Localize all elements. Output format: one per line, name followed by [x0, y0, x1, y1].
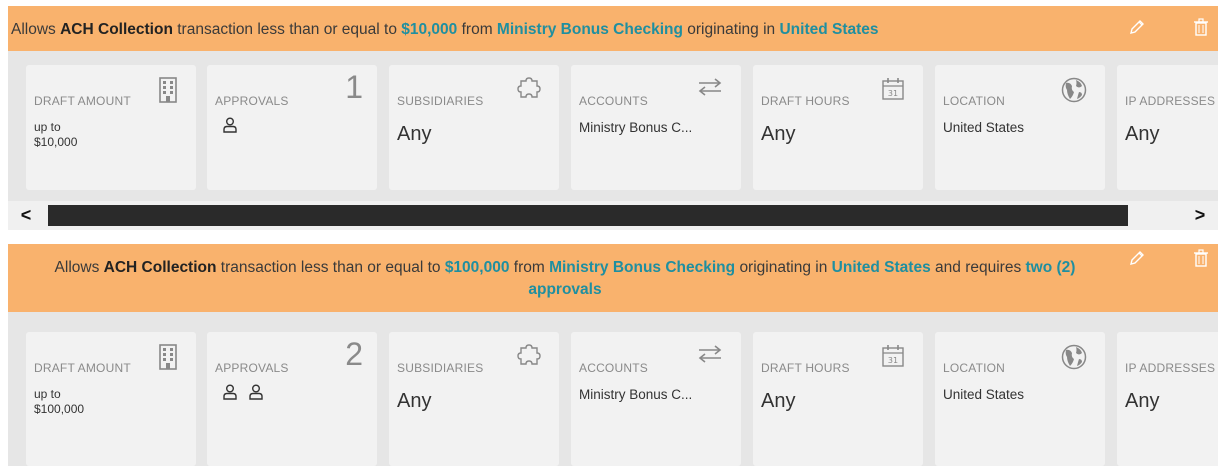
swap-arrows-icon	[698, 345, 722, 363]
card-title: DRAFT HOURS	[761, 94, 850, 108]
user-icon	[223, 384, 237, 400]
rule-header: Allows ACH Collection transaction less t…	[8, 244, 1218, 312]
calendar-icon: 31	[882, 78, 904, 100]
globe-icon	[1061, 77, 1087, 103]
text-allows: Allows	[54, 259, 100, 276]
card-title: IP ADDRESSES	[1125, 94, 1216, 108]
accounts-value: Ministry Bonus C...	[579, 120, 693, 135]
scroll-right-button[interactable]: >	[1182, 205, 1218, 226]
card-draft-hours[interactable]: DRAFT HOURS 31 Any	[753, 65, 923, 190]
card-title: LOCATION	[943, 94, 1006, 108]
card-accounts[interactable]: ACCOUNTS Ministry Bonus C...	[571, 332, 741, 466]
card-draft-amount[interactable]: DRAFT AMOUNT up to $10,000	[26, 65, 196, 190]
card-location[interactable]: LOCATION United States	[935, 332, 1105, 466]
transaction-type: ACH Collection	[103, 259, 217, 276]
approvals-count: 2	[345, 336, 363, 372]
approval-rule-1: Allows ACH Collection transaction less t…	[8, 6, 1218, 230]
draft-amount-prefix: up to	[34, 387, 61, 401]
location-name: United States	[831, 259, 931, 276]
ip-addresses-value: Any	[1125, 123, 1160, 145]
text-from: from	[513, 259, 545, 276]
card-title: APPROVALS	[215, 361, 289, 375]
location-name: United States	[779, 21, 879, 38]
location-value: United States	[943, 387, 1025, 402]
card-title: IP ADDRESSES	[1125, 361, 1216, 375]
trash-icon[interactable]	[1192, 18, 1210, 36]
card-ip-addresses[interactable]: IP ADDRESSES Any	[1117, 332, 1218, 466]
rule-cards: DRAFT AMOUNT up to $10,000 APPROVALS 1 S…	[8, 51, 1218, 201]
rule-header: Allows ACH Collection transaction less t…	[8, 6, 1218, 51]
approver-list	[223, 117, 237, 133]
rule-cards: DRAFT AMOUNT up to $100,000 APPROVALS 2	[8, 312, 1218, 466]
card-title: DRAFT AMOUNT	[34, 94, 131, 108]
card-title: SUBSIDIARIES	[397, 94, 484, 108]
card-title: SUBSIDIARIES	[397, 361, 484, 375]
subsidiaries-value: Any	[397, 390, 432, 412]
horizontal-scrollbar[interactable]: < >	[8, 201, 1218, 230]
building-icon	[159, 77, 177, 103]
globe-icon	[1061, 344, 1087, 370]
card-accounts[interactable]: ACCOUNTS Ministry Bonus C...	[571, 65, 741, 190]
card-title: APPROVALS	[215, 94, 289, 108]
subsidiaries-value: Any	[397, 123, 432, 145]
draft-amount-value: up to $100,000	[34, 387, 84, 417]
card-ip-addresses[interactable]: IP ADDRESSES Any	[1117, 65, 1218, 190]
limit-amount: $100,000	[444, 259, 510, 276]
transaction-type: ACH Collection	[60, 21, 173, 38]
text-requires: and requires	[935, 259, 1022, 276]
draft-amount-value: up to $10,000	[34, 120, 77, 150]
scroll-left-button[interactable]: <	[8, 205, 44, 226]
user-icon	[223, 117, 237, 133]
scroll-thumb[interactable]	[48, 205, 1128, 226]
rule-description: Allows ACH Collection transaction less t…	[20, 257, 1110, 301]
trash-icon[interactable]	[1192, 249, 1210, 267]
card-draft-hours[interactable]: DRAFT HOURS 31 Any	[753, 332, 923, 466]
location-value: United States	[943, 120, 1025, 135]
text-limit: transaction less than or equal to	[177, 21, 397, 38]
building-icon	[159, 344, 177, 370]
user-icon	[249, 384, 263, 400]
card-title: ACCOUNTS	[579, 94, 648, 108]
card-location[interactable]: LOCATION United States	[935, 65, 1105, 190]
card-subsidiaries[interactable]: SUBSIDIARIES Any	[389, 65, 559, 190]
ip-addresses-value: Any	[1125, 390, 1160, 412]
draft-amount-limit: $100,000	[34, 402, 85, 416]
swap-arrows-icon	[698, 78, 722, 96]
card-subsidiaries[interactable]: SUBSIDIARIES Any	[389, 332, 559, 466]
calendar-day-text: 31	[888, 89, 898, 98]
puzzle-icon	[517, 344, 541, 365]
card-title: ACCOUNTS	[579, 361, 648, 375]
account-name: Ministry Bonus Checking	[549, 259, 736, 276]
draft-amount-limit: $10,000	[34, 135, 78, 149]
text-allows: Allows	[11, 21, 56, 38]
pencil-icon[interactable]	[1128, 249, 1146, 267]
text-from: from	[461, 21, 493, 38]
approvals-count: 1	[345, 69, 363, 105]
card-title: DRAFT HOURS	[761, 361, 850, 375]
card-title: LOCATION	[943, 361, 1006, 375]
rule-description: Allows ACH Collection transaction less t…	[11, 19, 879, 41]
calendar-icon: 31	[882, 345, 904, 367]
draft-hours-value: Any	[761, 123, 796, 145]
pencil-icon[interactable]	[1128, 18, 1146, 36]
card-title: DRAFT AMOUNT	[34, 361, 131, 375]
calendar-day-text: 31	[888, 356, 898, 365]
account-name: Ministry Bonus Checking	[496, 21, 683, 38]
text-originating: originating in	[739, 259, 828, 276]
draft-amount-prefix: up to	[34, 120, 61, 134]
puzzle-icon	[517, 77, 541, 98]
limit-amount: $10,000	[401, 21, 458, 38]
approver-list	[223, 384, 263, 400]
card-approvals[interactable]: APPROVALS 1	[207, 65, 377, 190]
card-approvals[interactable]: APPROVALS 2	[207, 332, 377, 466]
card-draft-amount[interactable]: DRAFT AMOUNT up to $100,000	[26, 332, 196, 466]
accounts-value: Ministry Bonus C...	[579, 387, 693, 402]
text-originating: originating in	[687, 21, 776, 38]
draft-hours-value: Any	[761, 390, 796, 412]
text-limit: transaction less than or equal to	[220, 259, 441, 276]
approval-rule-2: Allows ACH Collection transaction less t…	[8, 244, 1218, 466]
